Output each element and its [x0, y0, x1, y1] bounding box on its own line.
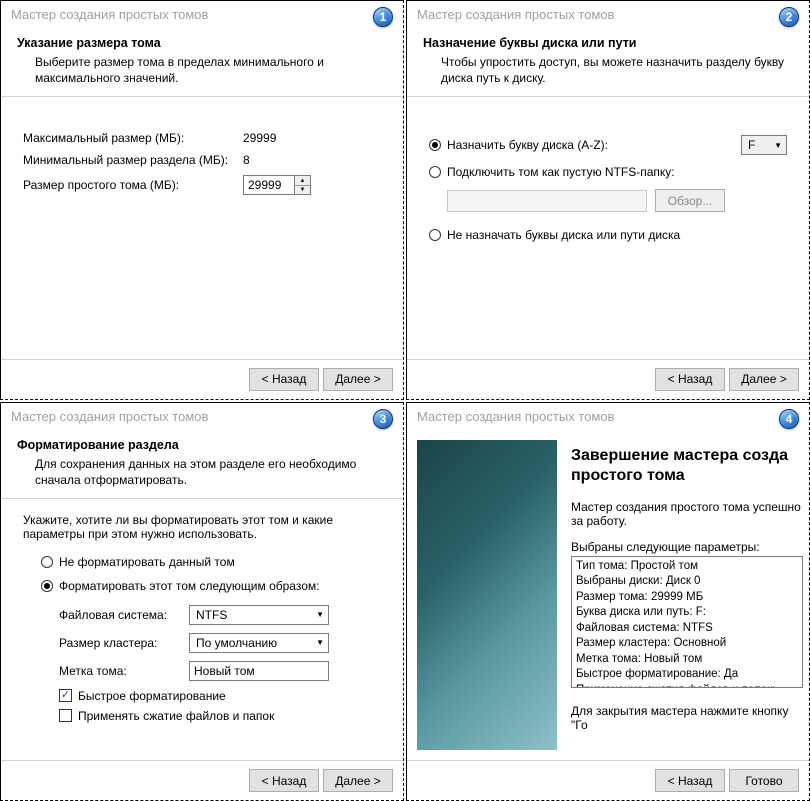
drive-letter-value: F: [748, 138, 758, 152]
no-assign-option[interactable]: Не назначать буквы диска или пути диска: [429, 228, 787, 242]
back-button[interactable]: < Назад: [249, 368, 319, 391]
step-title: Форматирование раздела: [17, 438, 387, 452]
back-button[interactable]: < Назад: [249, 769, 319, 792]
step-badge-3: 3: [373, 409, 393, 429]
browse-button: Обзор...: [655, 189, 725, 212]
radio-no-format[interactable]: [41, 556, 53, 568]
max-size-value: 29999: [243, 131, 276, 145]
completion-text: Мастер создания простого тома успешно за…: [571, 500, 803, 528]
assign-letter-option[interactable]: Назначить букву диска (A-Z): F ▼: [429, 135, 787, 155]
back-button[interactable]: < Назад: [655, 769, 725, 792]
window-title: Мастер создания простых томов: [1, 1, 403, 28]
step-content: Завершение мастера созда простого тома М…: [407, 430, 809, 761]
completion-title: Завершение мастера созда простого тома: [571, 446, 803, 486]
volume-label-label: Метка тома:: [59, 664, 189, 678]
params-lead: Выбраны следующие параметры:: [571, 540, 803, 554]
wizard-step-complete: 4 Мастер создания простых томов Завершен…: [406, 402, 810, 801]
step-desc: Чтобы упростить доступ, вы можете назнач…: [441, 54, 793, 86]
step-title: Указание размера тома: [17, 36, 387, 50]
summary-line: Размер тома: 29999 МБ: [576, 590, 798, 606]
radio-no-assign[interactable]: [429, 229, 441, 241]
volume-size-label: Размер простого тома (МБ):: [23, 178, 243, 192]
step-header: Назначение буквы диска или пути Чтобы уп…: [407, 28, 809, 97]
mount-path-input: [447, 190, 647, 212]
chevron-down-icon: ▼: [774, 141, 782, 150]
filesystem-select[interactable]: NTFS ▼: [189, 605, 329, 625]
format-label: Форматировать этот том следующим образом…: [59, 579, 319, 593]
window-title: Мастер создания простых томов: [407, 1, 809, 28]
spinner-down-icon[interactable]: ▼: [295, 186, 310, 195]
assign-letter-label: Назначить букву диска (A-Z):: [447, 138, 735, 152]
mount-folder-label: Подключить том как пустую NTFS-папку:: [447, 165, 675, 179]
wizard-step-drive-letter: 2 Мастер создания простых томов Назначен…: [406, 0, 810, 400]
filesystem-label: Файловая система:: [59, 608, 189, 622]
step-header: Форматирование раздела Для сохранения да…: [1, 430, 403, 499]
volume-size-input[interactable]: [244, 176, 294, 194]
filesystem-value: NTFS: [196, 608, 227, 622]
window-title: Мастер создания простых томов: [1, 403, 403, 430]
next-button[interactable]: Далее >: [323, 368, 393, 391]
drive-letter-select[interactable]: F ▼: [741, 135, 787, 155]
next-button[interactable]: Далее >: [729, 368, 799, 391]
max-size-label: Максимальный размер (МБ):: [23, 131, 243, 145]
summary-line: Тип тома: Простой том: [576, 559, 798, 575]
step-header: Указание размера тома Выберите размер то…: [1, 28, 403, 97]
radio-assign-letter[interactable]: [429, 139, 441, 151]
close-hint: Для закрытия мастера нажмите кнопку "Го: [571, 704, 803, 732]
summary-list: Тип тома: Простой том Выбраны диски: Дис…: [571, 556, 803, 688]
no-format-option[interactable]: Не форматировать данный том: [41, 555, 381, 569]
radio-mount-folder[interactable]: [429, 166, 441, 178]
no-format-label: Не форматировать данный том: [59, 555, 235, 569]
step-content: Укажите, хотите ли вы форматировать этот…: [1, 499, 403, 760]
cluster-label: Размер кластера:: [59, 636, 189, 650]
min-size-row: Минимальный размер раздела (МБ): 8: [23, 153, 381, 167]
format-lead-text: Укажите, хотите ли вы форматировать этот…: [23, 513, 381, 541]
quick-format-label: Быстрое форматирование: [78, 689, 226, 703]
summary-line: Буква диска или путь: F:: [576, 605, 798, 621]
summary-line: Метка тома: Новый том: [576, 652, 798, 668]
format-option[interactable]: Форматировать этот том следующим образом…: [41, 579, 381, 593]
radio-format[interactable]: [41, 580, 53, 592]
step-content: Максимальный размер (МБ): 29999 Минималь…: [1, 97, 403, 358]
compression-label: Применять сжатие файлов и папок: [78, 709, 274, 723]
summary-line: Размер кластера: Основной: [576, 636, 798, 652]
wizard-step-format: 3 Мастер создания простых томов Форматир…: [0, 402, 404, 801]
step-content: Назначить букву диска (A-Z): F ▼ Подключ…: [407, 97, 809, 358]
summary-line: Выбраны диски: Диск 0: [576, 574, 798, 590]
chevron-down-icon: ▼: [316, 638, 324, 647]
mount-folder-option[interactable]: Подключить том как пустую NTFS-папку:: [429, 165, 787, 179]
wizard-banner-image: [417, 440, 557, 751]
finish-button[interactable]: Готово: [729, 769, 799, 792]
chevron-down-icon: ▼: [316, 610, 324, 619]
compression-checkbox[interactable]: [59, 709, 72, 722]
step-desc: Для сохранения данных на этом разделе ег…: [35, 456, 387, 488]
no-assign-label: Не назначать буквы диска или пути диска: [447, 228, 680, 242]
next-button[interactable]: Далее >: [323, 769, 393, 792]
spinner-up-icon[interactable]: ▲: [295, 176, 310, 186]
volume-label-input[interactable]: [189, 661, 329, 681]
wizard-step-size: 1 Мастер создания простых томов Указание…: [0, 0, 404, 400]
summary-line: Файловая система: NTFS: [576, 621, 798, 637]
min-size-value: 8: [243, 153, 250, 167]
wizard-footer: < Назад Далее >: [1, 760, 403, 800]
step-badge-2: 2: [779, 7, 799, 27]
summary-line: Быстрое форматирование: Да: [576, 667, 798, 683]
step-desc: Выберите размер тома в пределах минималь…: [35, 54, 387, 86]
min-size-label: Минимальный размер раздела (МБ):: [23, 153, 243, 167]
wizard-footer: < Назад Далее >: [407, 359, 809, 399]
volume-size-spinner[interactable]: ▲ ▼: [243, 175, 311, 195]
window-title: Мастер создания простых томов: [407, 403, 809, 430]
wizard-footer: < Назад Далее >: [1, 359, 403, 399]
back-button[interactable]: < Назад: [655, 368, 725, 391]
max-size-row: Максимальный размер (МБ): 29999: [23, 131, 381, 145]
step-badge-4: 4: [779, 409, 799, 429]
volume-size-row: Размер простого тома (МБ): ▲ ▼: [23, 175, 381, 195]
step-badge-1: 1: [373, 7, 393, 27]
step-title: Назначение буквы диска или пути: [423, 36, 793, 50]
summary-line: Применение сжатия файлов и папок: Нет: [576, 683, 798, 688]
quick-format-checkbox[interactable]: [59, 689, 72, 702]
wizard-footer: < Назад Готово: [407, 760, 809, 800]
cluster-value: По умолчанию: [196, 636, 277, 650]
cluster-select[interactable]: По умолчанию ▼: [189, 633, 329, 653]
